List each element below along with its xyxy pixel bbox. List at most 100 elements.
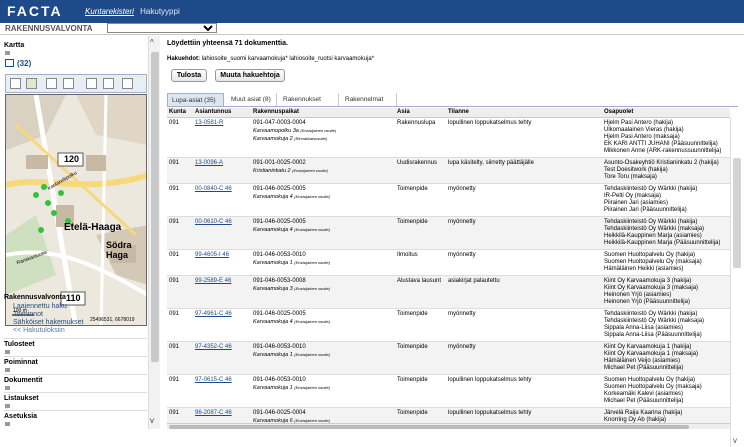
- cell-tilanne: myönnetty: [446, 341, 602, 375]
- map-canvas[interactable]: [6, 95, 147, 326]
- case-link[interactable]: 00-0610-C 46: [195, 219, 232, 225]
- poiminnat-heading[interactable]: Poiminnat: [4, 359, 38, 366]
- cell-asiantunnus: 00-0840-C 46: [193, 183, 251, 217]
- nav-kuntarekisteri-link[interactable]: Kuntarekisteri: [85, 7, 134, 16]
- party-line: Suomen Huoltopalvelu Oy (hakija): [604, 251, 696, 258]
- nav-hakutyyppi-link[interactable]: Hakutyyppi: [140, 7, 180, 16]
- map-tool-pan-icon[interactable]: [46, 78, 57, 89]
- case-link[interactable]: 97-4352-C 46: [195, 344, 232, 350]
- dokumentit-collapse-icon[interactable]: [5, 386, 10, 390]
- cell-osapuolet: Tehdaskiinteistö Oy Wärkki (hakija) Tehda…: [602, 308, 730, 342]
- modify-search-button[interactable]: Muuta hakuehtoja: [215, 69, 285, 82]
- case-link[interactable]: 00-0840-C 46: [195, 186, 232, 192]
- cell-asiantunnus: 97-0615-C 46: [193, 374, 251, 408]
- facta-logo: FACTA: [7, 3, 63, 19]
- map-tool-print-icon[interactable]: [103, 78, 114, 89]
- results-table: Kunta Asiantunnus Rakennuspaikat Asia Ti…: [167, 108, 730, 428]
- party-line: Suomen Huoltopalvelu Oy (maksaja): [604, 383, 702, 390]
- table-row[interactable]: 091 99-4605-I 46 091-046-0053-0010 Karvaamo…: [167, 249, 730, 276]
- table-scroll-down-icon[interactable]: v: [733, 436, 737, 445]
- listaukset-collapse-icon[interactable]: [5, 404, 10, 408]
- left-scrollbar[interactable]: ^ v: [148, 36, 160, 429]
- col-tilanne[interactable]: Tilanne: [446, 108, 602, 118]
- map-tool-layers-icon[interactable]: [10, 78, 21, 89]
- print-button[interactable]: Tulosta: [171, 69, 207, 82]
- tab-rakennelmat[interactable]: Rakennelmat (0): [341, 93, 397, 116]
- table-scroll-thumb[interactable]: [733, 158, 741, 268]
- main-content: Löydettiin yhteensä 71 dokumenttia. Haku…: [161, 36, 744, 447]
- scroll-up-icon[interactable]: ^: [150, 38, 154, 47]
- cell-kunta: 091: [167, 117, 193, 158]
- property-id: 091-046-0053-0010: [253, 251, 306, 258]
- map-count[interactable]: (32): [5, 59, 31, 68]
- map-view[interactable]: 120 110 Etelä-Haaga Södra Haga Kantarell…: [5, 94, 147, 326]
- table-scrollbar[interactable]: ^ v: [730, 118, 742, 447]
- tab-rakennukset[interactable]: Rakennukset (28): [279, 93, 339, 116]
- cell-asia: Ilmoitus: [395, 249, 446, 276]
- col-kunta[interactable]: Kunta: [167, 108, 193, 118]
- table-row[interactable]: 091 13-0096-A 091-001-0025-0002 Kristianink…: [167, 157, 730, 184]
- divider: [4, 392, 147, 393]
- link-sahkoiset-hakemukset[interactable]: Sähköiset hakemukset: [13, 319, 83, 326]
- search-type-select[interactable]: [107, 23, 217, 33]
- link-laajennettu-haku[interactable]: Laajennettu haku: [13, 303, 67, 310]
- table-row[interactable]: 091 00-0610-C 46 091-046-0025-0005 Karvaamo…: [167, 216, 730, 250]
- property-id: 091-001-0025-0002: [253, 159, 306, 166]
- table-row[interactable]: 091 97-4352-C 46 091-046-0053-0010 Karvaamo…: [167, 341, 730, 375]
- party-line: EK KARI ANTTI JUHANI (Pääsuunnittelija): [604, 140, 718, 147]
- map-tool-more-icon[interactable]: [122, 78, 133, 89]
- party-line: Korkeamäki Kalevi (asiamies): [604, 390, 684, 397]
- table-hscrollbar[interactable]: [167, 423, 730, 429]
- top-bar: FACTA Kuntarekisteri Hakutyyppi: [0, 0, 744, 23]
- tulosteet-collapse-icon[interactable]: [5, 350, 10, 354]
- tab-lupa-asiat[interactable]: Lupa-asiat (35): [167, 93, 224, 106]
- col-rakennuspaikat[interactable]: Rakennuspaikat: [251, 108, 395, 118]
- case-link[interactable]: 97-4961-C 46: [195, 311, 232, 317]
- map-tool-zoom-icon[interactable]: [86, 78, 97, 89]
- table-row[interactable]: 091 00-0840-C 46 091-046-0025-0005 Karvaamo…: [167, 183, 730, 217]
- col-asiantunnus[interactable]: Asiantunnus: [193, 108, 251, 118]
- left-panel: Kartta (32) 120 110 Etelä-Haaga Södra Ha…: [0, 36, 160, 429]
- scroll-down-icon[interactable]: v: [150, 416, 154, 425]
- scroll-thumb[interactable]: [151, 52, 159, 362]
- cell-kunta: 091: [167, 157, 193, 184]
- listaukset-heading[interactable]: Listaukset: [4, 395, 39, 402]
- map-title: Kartta: [4, 42, 25, 49]
- cell-tilanne: lopullinen loppukatselmus tehty: [446, 374, 602, 408]
- cell-rakennuspaikat: 091-047-0003-0004 Karvaamopolku 3a (Ensis…: [251, 117, 395, 158]
- party-line: Test Doesitwork (hakija): [604, 166, 668, 173]
- col-asia[interactable]: Asia: [395, 108, 446, 118]
- map-tool-select-icon[interactable]: [26, 78, 37, 89]
- case-link[interactable]: 96-2087-C 46: [195, 410, 232, 416]
- link-back-results[interactable]: << Hakutuloksiin: [13, 327, 65, 334]
- case-link[interactable]: 13-0581-R: [195, 120, 223, 126]
- case-link[interactable]: 99-4605-I 46: [195, 252, 229, 258]
- dokumentit-heading[interactable]: Dokumentit: [4, 377, 43, 384]
- section-title: RAKENNUSVALVONTA: [5, 24, 93, 33]
- cell-osapuolet: Tehdaskiinteistö Oy Wärkki (hakija) IR-Pe…: [602, 183, 730, 217]
- hscroll-thumb[interactable]: [169, 425, 689, 429]
- cell-rakennuspaikat: 091-046-0053-0010 Karvaamokuja 1 (Ensisij…: [251, 341, 395, 375]
- map-tool-measure-icon[interactable]: [63, 78, 74, 89]
- address-line: Karvaamokuja 4 (Ensisijainen osoite): [253, 318, 331, 325]
- property-id: 091-046-0025-0005: [253, 218, 306, 225]
- collapse-icon[interactable]: [5, 51, 10, 55]
- table-row[interactable]: 091 97-0615-C 46 091-046-0053-0010 Karvaamo…: [167, 374, 730, 408]
- asetuksia-heading[interactable]: Asetuksia: [4, 413, 37, 420]
- cell-osapuolet: Hjelm Pasi Antero (hakija) Ulkomaalainen …: [602, 117, 730, 158]
- case-link[interactable]: 97-0615-C 46: [195, 377, 232, 383]
- tab-muut-asiat[interactable]: Muut asiat (8): [227, 93, 277, 106]
- link-toiminnot[interactable]: Toiminnot: [13, 311, 43, 318]
- poiminnat-collapse-icon[interactable]: [5, 368, 10, 372]
- table-row[interactable]: 091 13-0581-R 091-047-0003-0004 Karvaamopol…: [167, 117, 730, 158]
- case-link[interactable]: 99-2589-E 46: [195, 278, 231, 284]
- asetuksia-collapse-icon[interactable]: [5, 422, 10, 426]
- table-row[interactable]: 091 97-4961-C 46 091-046-0025-0005 Karvaamo…: [167, 308, 730, 342]
- address-line: Karvaamokuja 3 (Ensisijainen osoite): [253, 285, 331, 292]
- criteria-label: Hakuehdot:: [167, 56, 200, 62]
- table-row[interactable]: 091 99-2589-E 46 091-046-0053-0008 Karvaamo…: [167, 275, 730, 309]
- tulosteet-heading[interactable]: Tulosteet: [4, 341, 35, 348]
- case-link[interactable]: 13-0096-A: [195, 160, 223, 166]
- col-osapuolet[interactable]: Osapuolet: [602, 108, 730, 118]
- party-line: Hjelm Pasi Antero (hakija): [604, 119, 674, 126]
